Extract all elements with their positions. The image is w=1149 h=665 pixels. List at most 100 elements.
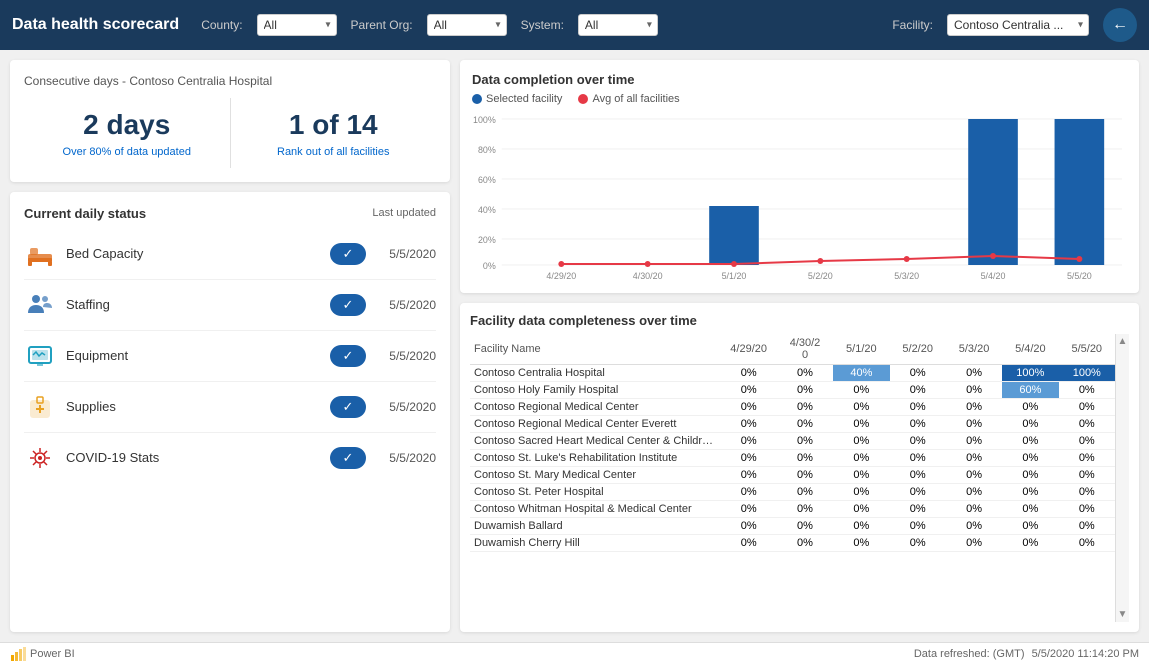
parent-org-filter[interactable]: All — [427, 14, 507, 36]
daily-status-title: Current daily status — [24, 206, 146, 221]
rank-stat-box: 1 of 14 Rank out of all facilities — [231, 98, 437, 168]
data-cell: 0% — [720, 450, 776, 467]
data-cell: 0% — [720, 518, 776, 535]
county-select[interactable]: All — [257, 14, 337, 36]
county-filter[interactable]: All — [257, 14, 337, 36]
refresh-info: Data refreshed: (GMT) 5/5/2020 11:14:20 … — [914, 648, 1139, 660]
col-54: 5/4/20 — [1002, 334, 1058, 365]
data-cell: 0% — [890, 467, 946, 484]
data-cell: 0% — [720, 535, 776, 552]
status-item-supplies: Supplies ✓ 5/5/2020 — [24, 382, 436, 433]
data-cell: 0% — [1002, 433, 1058, 450]
data-cell: 0% — [720, 399, 776, 416]
data-cell: 0% — [890, 365, 946, 382]
col-430: 4/30/20 — [777, 334, 833, 365]
data-cell: 0% — [1002, 535, 1058, 552]
daily-status-card: Current daily status Last updated Bed Ca… — [10, 192, 450, 632]
consecutive-days-title: Consecutive days - Contoso Centralia Hos… — [24, 74, 436, 88]
supplies-date: 5/5/2020 — [376, 400, 436, 414]
data-cell: 0% — [1059, 416, 1115, 433]
data-cell: 0% — [1059, 450, 1115, 467]
legend-selected-label: Selected facility — [486, 93, 562, 105]
svg-text:40%: 40% — [478, 205, 496, 215]
table-row: Contoso St. Peter Hospital0%0%0%0%0%0%0% — [470, 484, 1115, 501]
data-cell: 0% — [720, 484, 776, 501]
data-cell: 0% — [1002, 399, 1058, 416]
data-cell: 0% — [890, 399, 946, 416]
svg-text:0%: 0% — [483, 261, 496, 271]
chart-card: Data completion over time Selected facil… — [460, 60, 1139, 293]
rank-value: 1 of 14 — [241, 108, 427, 142]
table-row: Contoso Holy Family Hospital0%0%0%0%0%60… — [470, 382, 1115, 399]
days-stat-box: 2 days Over 80% of data updated — [24, 98, 231, 168]
bar-line-chart: 100% 80% 60% 40% 20% 0% — [472, 111, 1127, 281]
data-cell: 40% — [833, 365, 889, 382]
legend-red-dot — [578, 94, 588, 104]
data-cell: 0% — [1002, 501, 1058, 518]
system-select[interactable]: All — [578, 14, 658, 36]
svg-text:5/4/20: 5/4/20 — [981, 271, 1006, 281]
facility-filter[interactable]: Contoso Centralia ... — [947, 14, 1089, 36]
svg-text:60%: 60% — [478, 175, 496, 185]
table-row: Contoso St. Luke's Rehabilitation Instit… — [470, 450, 1115, 467]
data-cell: 0% — [833, 535, 889, 552]
data-cell: 0% — [833, 399, 889, 416]
refresh-label: Data refreshed: (GMT) — [914, 648, 1025, 660]
status-item-equipment: Equipment ✓ 5/5/2020 — [24, 331, 436, 382]
table-row: Duwamish Ballard0%0%0%0%0%0%0% — [470, 518, 1115, 535]
data-cell: 0% — [833, 416, 889, 433]
facility-data-table: Facility Name 4/29/20 4/30/20 5/1/20 5/2… — [470, 334, 1115, 552]
back-button[interactable]: ← — [1103, 8, 1137, 42]
covid-date: 5/5/2020 — [376, 451, 436, 465]
staffing-icon — [24, 289, 56, 321]
equipment-label: Equipment — [66, 348, 320, 363]
supplies-check: ✓ — [330, 396, 366, 418]
scroll-bar[interactable]: ▲ ▼ — [1115, 334, 1129, 622]
svg-text:5/5/20: 5/5/20 — [1067, 271, 1092, 281]
equipment-check: ✓ — [330, 345, 366, 367]
staffing-label: Staffing — [66, 297, 320, 312]
facility-name-cell: Duwamish Cherry Hill — [470, 535, 720, 552]
days-value: 2 days — [34, 108, 220, 142]
data-cell: 0% — [720, 501, 776, 518]
scroll-up-arrow[interactable]: ▲ — [1118, 336, 1128, 347]
table-row: Contoso Whitman Hospital & Medical Cente… — [470, 501, 1115, 518]
data-cell: 0% — [946, 535, 1002, 552]
legend-avg-label: Avg of all facilities — [592, 93, 679, 105]
data-cell: 0% — [890, 416, 946, 433]
data-cell: 0% — [777, 450, 833, 467]
staffing-check: ✓ — [330, 294, 366, 316]
data-cell: 0% — [946, 433, 1002, 450]
col-53: 5/3/20 — [946, 334, 1002, 365]
data-cell: 0% — [833, 484, 889, 501]
facility-name-cell: Contoso St. Mary Medical Center — [470, 467, 720, 484]
facility-table-title: Facility data completeness over time — [470, 313, 1129, 328]
data-cell: 0% — [777, 518, 833, 535]
data-cell: 0% — [777, 484, 833, 501]
svg-text:80%: 80% — [478, 145, 496, 155]
data-cell: 0% — [890, 382, 946, 399]
facility-name-cell: Contoso Whitman Hospital & Medical Cente… — [470, 501, 720, 518]
svg-text:20%: 20% — [478, 235, 496, 245]
facility-select[interactable]: Contoso Centralia ... — [947, 14, 1089, 36]
data-cell: 0% — [1002, 518, 1058, 535]
scroll-down-arrow[interactable]: ▼ — [1118, 609, 1128, 620]
svg-text:5/2/20: 5/2/20 — [808, 271, 833, 281]
data-cell: 0% — [720, 365, 776, 382]
data-cell: 0% — [890, 450, 946, 467]
svg-text:5/1/20: 5/1/20 — [722, 271, 747, 281]
parent-org-select[interactable]: All — [427, 14, 507, 36]
data-cell: 0% — [777, 399, 833, 416]
svg-text:4/30/20: 4/30/20 — [633, 271, 663, 281]
table-row: Contoso Sacred Heart Medical Center & Ch… — [470, 433, 1115, 450]
data-cell: 0% — [833, 467, 889, 484]
status-item-bed-capacity: Bed Capacity ✓ 5/5/2020 — [24, 229, 436, 280]
data-cell: 0% — [720, 467, 776, 484]
supplies-label: Supplies — [66, 399, 320, 414]
data-cell: 0% — [1059, 501, 1115, 518]
rank-sub: Rank out of all facilities — [241, 146, 427, 158]
system-filter[interactable]: All — [578, 14, 658, 36]
data-cell: 100% — [1059, 365, 1115, 382]
powerbi-branding: Power BI — [10, 646, 75, 662]
data-cell: 0% — [1002, 450, 1058, 467]
